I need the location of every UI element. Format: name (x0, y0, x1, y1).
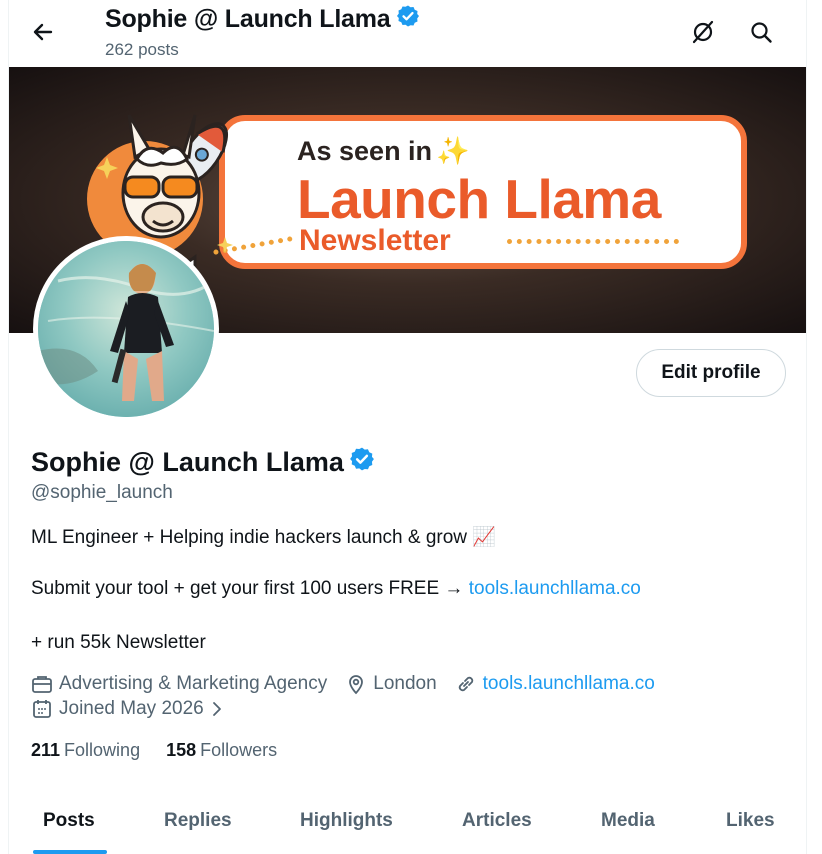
edit-profile-button[interactable]: Edit profile (636, 349, 786, 397)
header-title-text: Sophie @ Launch Llama (105, 5, 391, 33)
tab-highlights[interactable]: Highlights (300, 796, 393, 854)
profile-page: Sophie @ Launch Llama 262 posts As seen … (8, 0, 807, 854)
verified-badge-icon (396, 4, 420, 35)
grok-icon (692, 20, 714, 44)
chevron-right-icon (212, 702, 221, 716)
following-label: Following (64, 740, 141, 760)
post-count: 262 posts (105, 40, 179, 59)
search-button[interactable] (743, 14, 779, 50)
arrow-left-icon (33, 23, 53, 41)
banner-seen-in: As seen in ✨ (297, 136, 470, 166)
tab-posts[interactable]: Posts (43, 796, 95, 854)
calendar-icon (33, 700, 51, 718)
profile-meta-row: Advertising & Marketing Agency London to… (31, 673, 673, 695)
following-count: 211 (31, 740, 61, 760)
banner-newsletter: Newsletter (299, 224, 451, 257)
sparkle-icon: ✨ (436, 136, 470, 166)
tab-media[interactable]: Media (601, 796, 655, 854)
search-icon (751, 22, 772, 43)
header-title: Sophie @ Launch Llama (105, 4, 420, 35)
profile-joined-row: Joined May 2026 (31, 698, 250, 720)
followers-count: 158 (166, 740, 197, 760)
bio-line-1: ML Engineer + Helping indie hackers laun… (31, 527, 496, 548)
location-pin-icon (349, 675, 364, 695)
bio-line-2: Submit your tool + get your first 100 us… (31, 578, 641, 600)
tab-likes[interactable]: Likes (726, 796, 775, 854)
joined-item[interactable]: Joined May 2026 (31, 698, 232, 720)
website-link[interactable]: tools.launchllama.co (483, 673, 655, 695)
tab-replies[interactable]: Replies (164, 796, 232, 854)
bio-link[interactable]: tools.launchllama.co (469, 578, 641, 599)
followers-link[interactable]: 158 Followers (166, 740, 277, 761)
verified-badge-icon[interactable] (349, 446, 375, 479)
website-item[interactable]: tools.launchllama.co (455, 673, 655, 695)
banner-card: As seen in ✨ Launch Llama Newsletter (219, 115, 747, 269)
bio-line-3: + run 55k Newsletter (31, 632, 206, 653)
top-bar: Sophie @ Launch Llama 262 posts (9, 0, 806, 66)
tab-articles[interactable]: Articles (462, 796, 532, 854)
location-item: London (345, 673, 437, 695)
profile-name-text: Sophie @ Launch Llama (31, 447, 344, 477)
followers-label: Followers (200, 740, 278, 760)
joined-text: Joined May 2026 (59, 698, 204, 719)
briefcase-icon (32, 676, 52, 693)
profile-tabs: Posts Replies Highlights Articles Media … (9, 796, 806, 854)
category-item: Advertising & Marketing Agency (31, 673, 327, 695)
location-text: London (373, 673, 437, 694)
avatar-photo (38, 241, 214, 417)
link-icon (458, 676, 473, 692)
banner-dotted-line (507, 239, 679, 245)
following-link[interactable]: 211 Following (31, 740, 140, 761)
active-tab-indicator (33, 850, 107, 854)
grok-button[interactable] (685, 14, 721, 50)
profile-avatar[interactable] (33, 236, 219, 422)
banner-brand: Launch Llama (297, 168, 661, 230)
follow-counts: 211 Following 158 Followers (31, 740, 303, 761)
back-button[interactable] (25, 14, 61, 50)
profile-handle: @sophie_launch (31, 482, 173, 503)
profile-name: Sophie @ Launch Llama (31, 446, 375, 479)
bio-line-2-text: Submit your tool + get your first 100 us… (31, 578, 469, 599)
category-text: Advertising & Marketing Agency (59, 673, 328, 694)
